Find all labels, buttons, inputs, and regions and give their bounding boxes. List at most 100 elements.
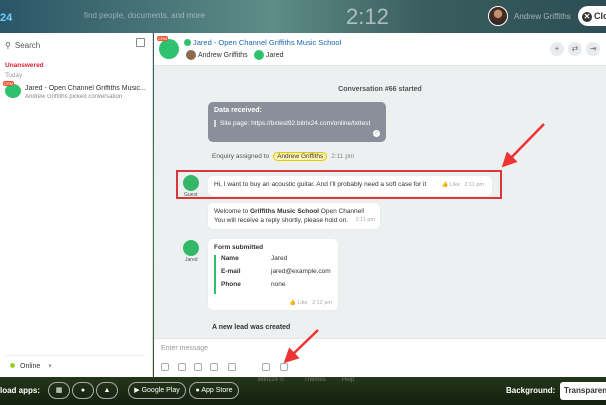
add-user-button[interactable]: + (550, 42, 564, 56)
enquiry-time: 2:11 pm (331, 153, 355, 160)
enquiry-assigned: Enquiry assigned to Andrew Griffiths 2:11 … (212, 152, 354, 161)
guest-avatar[interactable] (183, 175, 199, 191)
linux-icon[interactable]: ▲ (96, 382, 118, 399)
edit-icon[interactable] (210, 363, 218, 371)
bitrix-logo[interactable]: 24 (0, 12, 12, 24)
participant-jared[interactable]: Jared (254, 50, 284, 60)
message-time: 2:11 pm (464, 182, 484, 188)
app-store-button[interactable]: ● App Store (189, 382, 239, 399)
transfer-button[interactable]: ⇄ (568, 42, 582, 56)
guest-message-text: Hi, I want to buy an acoustic guitar. An… (214, 181, 427, 188)
data-received-heading: Data received: (214, 107, 262, 114)
crm-badge: CRM (3, 81, 15, 86)
participant-andrew[interactable]: Andrew Griffiths (186, 50, 248, 60)
assignee-tag[interactable]: Andrew Griffiths (273, 152, 328, 161)
clock: 2:12 (346, 4, 389, 29)
apple-icon[interactable]: ● (72, 382, 94, 399)
avatar (254, 50, 264, 60)
play-icon: ▶ (134, 387, 142, 394)
footer-link[interactable]: Help (342, 377, 354, 383)
status-label: Online (20, 363, 41, 370)
search-label: Search (14, 41, 41, 50)
chat-header: CRM Jared - Open Channel Griffiths Music… (154, 33, 606, 66)
message-time: 2:11 pm (355, 217, 375, 223)
open-channel-icon: CRM (3, 81, 21, 98)
download-apps-label: load apps: (0, 386, 41, 395)
guest-label: Guest (184, 192, 198, 198)
status-selector[interactable]: Online ▾ (10, 362, 52, 370)
bin-icon[interactable] (280, 363, 288, 371)
message-input[interactable]: Enter message (161, 345, 208, 352)
top-bar: 24 find people, documents, and more 2:12… (0, 0, 606, 33)
emoji-icon[interactable] (228, 363, 236, 371)
form-submitted-message: Form submitted Name Jared E-mail jared@exa… (208, 239, 338, 310)
footer-link[interactable]: Bitrix24 © (258, 377, 284, 383)
form-row: Name Jared (221, 255, 332, 268)
chevron-down-icon: ▾ (48, 363, 52, 370)
field-key: Phone (221, 281, 241, 288)
data-received-message: Data received: Site page: https://bxtest… (208, 102, 386, 142)
close-icon: ✕ (582, 12, 592, 22)
form-row: Phone none (221, 281, 332, 294)
site-page-link[interactable]: Site page: https://bxtest92.bitrix24.com… (214, 120, 380, 127)
chat-list-panel: ⚲ Search Unanswered Today CRM Jared - Ope… (0, 33, 153, 377)
close-label: Clo (594, 11, 606, 21)
close-button[interactable]: ✕ Clo (578, 6, 606, 26)
windows-icon[interactable]: ▦ (48, 382, 70, 399)
welcome-brand: Griffiths Music School (250, 208, 319, 215)
global-search-input[interactable]: find people, documents, and more (84, 11, 205, 20)
chat-panel: CRM Jared - Open Channel Griffiths Music… (154, 33, 606, 377)
section-unanswered: Unanswered (5, 62, 44, 69)
section-today: Today (5, 72, 23, 79)
chat-item-subtitle: Andrew Griffiths picked conversation (25, 94, 123, 100)
new-lead-notice: A new lead was created (212, 324, 291, 331)
like-label: Like (297, 300, 308, 306)
bottom-bar: load apps: ▦ ● ▲ ▶ Google Play ● App Sto… (0, 377, 606, 405)
welcome-prefix: Welcome to (214, 208, 251, 215)
chat-title-text: Jared - Open Channel Griffiths Music Sch… (193, 38, 342, 47)
message-meta: 👍 Like 2:11 pm (441, 182, 484, 188)
google-play-button[interactable]: ▶ Google Play (128, 382, 186, 399)
welcome-line2: You will receive a reply shortly, please… (214, 217, 349, 224)
background-label: Background: (506, 386, 556, 395)
like-label: Like (449, 182, 460, 188)
chat-title[interactable]: Jared - Open Channel Griffiths Music Sch… (184, 38, 341, 47)
user-avatar[interactable] (488, 6, 508, 26)
like-link[interactable]: 👍 Like (289, 300, 307, 306)
message-time: 2:12 pm (312, 300, 332, 306)
check-icon: ✓ (373, 130, 380, 137)
participant-name: Jared (266, 52, 284, 59)
conversation-started-notice: Conversation #66 started (338, 86, 422, 93)
chat-item-title: Jared - Open Channel Griffiths Music... (25, 85, 146, 92)
field-key: Name (221, 255, 239, 262)
welcome-suffix: Open Channel! (319, 208, 365, 215)
info-icon (184, 39, 191, 46)
search-icon: ⚲ (5, 41, 11, 50)
divider (5, 355, 145, 356)
guest-message: Hi, I want to buy an acoustic guitar. An… (208, 176, 492, 196)
form-icon[interactable] (262, 363, 270, 371)
status-dot-icon (10, 363, 15, 368)
user-name[interactable]: Andrew Griffiths (514, 12, 571, 21)
form-row: E-mail jared@example.com (221, 268, 332, 281)
search-field[interactable]: ⚲ Search (5, 41, 40, 50)
enquiry-prefix: Enquiry assigned to (212, 153, 270, 160)
google-play-label: Google Play (141, 387, 180, 394)
open-channel-icon: CRM (157, 36, 179, 59)
field-key: E-mail (221, 268, 241, 275)
like-link[interactable]: 👍 Like (441, 182, 459, 188)
message-input-area: Enter message (154, 338, 606, 377)
welcome-message: Welcome to Griffiths Music School Open C… (208, 203, 380, 229)
finish-button[interactable]: ⇥ (586, 42, 600, 56)
app-store-label: App Store (201, 387, 233, 394)
field-value: none (271, 281, 286, 288)
attach-icon[interactable] (161, 363, 169, 371)
form-fields: Name Jared E-mail jared@example.com Phone n… (214, 255, 332, 294)
field-value[interactable]: jared@example.com (271, 268, 331, 275)
footer-link[interactable]: Themes (304, 377, 326, 383)
jared-avatar[interactable] (183, 240, 199, 256)
user-icon[interactable] (178, 363, 186, 371)
compose-icon[interactable] (136, 38, 145, 47)
background-select[interactable]: Transparent (560, 382, 606, 400)
quick-answer-icon[interactable] (194, 363, 202, 371)
